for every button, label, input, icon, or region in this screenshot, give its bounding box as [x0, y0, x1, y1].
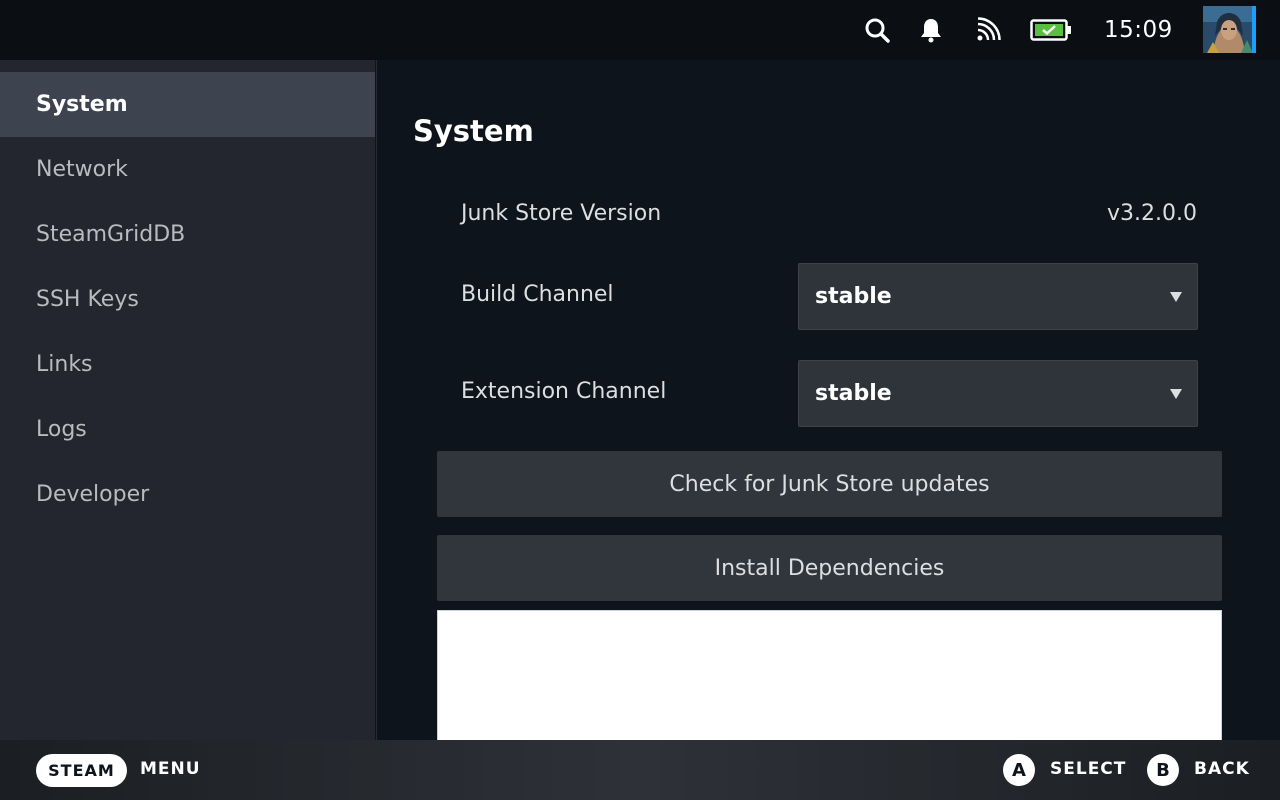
steam-label: STEAM — [48, 761, 115, 780]
sidebar-item-steamgriddb[interactable]: SteamGridDB — [0, 202, 375, 267]
a-button-icon: A — [1003, 754, 1035, 786]
build-channel-dropdown[interactable]: stable — [798, 263, 1198, 330]
back-hint[interactable]: BACK — [1194, 759, 1250, 779]
search-icon[interactable] — [862, 14, 892, 46]
log-output-area[interactable] — [437, 610, 1222, 740]
sidebar-item-links[interactable]: Links — [0, 332, 375, 397]
install-dependencies-button[interactable]: Install Dependencies — [437, 535, 1222, 601]
sidebar-item-developer[interactable]: Developer — [0, 462, 375, 527]
bottom-bar: STEAM MENU A SELECT B BACK — [0, 740, 1280, 800]
chevron-down-icon — [1169, 383, 1183, 405]
sidebar-item-system[interactable]: System — [0, 72, 375, 137]
build-channel-label: Build Channel — [461, 282, 614, 307]
b-glyph: B — [1156, 759, 1170, 781]
settings-panel: System Junk Store Version v3.2.0.0 Build… — [376, 60, 1280, 740]
sidebar-item-network[interactable]: Network — [0, 137, 375, 202]
sidebar: System Network SteamGridDB SSH Keys Link… — [0, 60, 375, 740]
extension-channel-dropdown[interactable]: stable — [798, 360, 1198, 427]
menu-hint[interactable]: MENU — [140, 759, 201, 779]
chevron-down-icon — [1169, 286, 1183, 308]
select-hint[interactable]: SELECT — [1050, 759, 1126, 779]
b-button-icon: B — [1147, 754, 1179, 786]
sidebar-item-label: SteamGridDB — [36, 222, 186, 247]
battery-charging-icon[interactable] — [1030, 14, 1072, 46]
clock: 15:09 — [1104, 17, 1173, 43]
sidebar-item-label: Developer — [36, 482, 150, 507]
check-updates-button[interactable]: Check for Junk Store updates — [437, 451, 1222, 517]
cast-icon[interactable] — [974, 14, 1002, 46]
steam-button[interactable]: STEAM — [36, 754, 127, 787]
bell-icon[interactable] — [918, 14, 944, 46]
sidebar-item-ssh-keys[interactable]: SSH Keys — [0, 267, 375, 332]
extension-channel-label: Extension Channel — [461, 379, 667, 404]
sidebar-item-label: Links — [36, 352, 93, 377]
check-updates-label: Check for Junk Store updates — [669, 471, 990, 497]
sidebar-item-label: System — [36, 92, 128, 117]
version-value: v3.2.0.0 — [1107, 201, 1197, 226]
status-bar: 15:09 — [0, 0, 1280, 60]
install-dependencies-label: Install Dependencies — [714, 555, 945, 581]
sidebar-item-logs[interactable]: Logs — [0, 397, 375, 462]
avatar[interactable] — [1203, 6, 1256, 53]
sidebar-item-label: Logs — [36, 417, 87, 442]
sidebar-item-label: Network — [36, 157, 128, 182]
build-channel-value: stable — [815, 284, 892, 309]
a-glyph: A — [1012, 759, 1026, 781]
sidebar-item-label: SSH Keys — [36, 287, 139, 312]
page-title: System — [413, 114, 534, 148]
extension-channel-value: stable — [815, 381, 892, 406]
version-label: Junk Store Version — [461, 201, 662, 226]
